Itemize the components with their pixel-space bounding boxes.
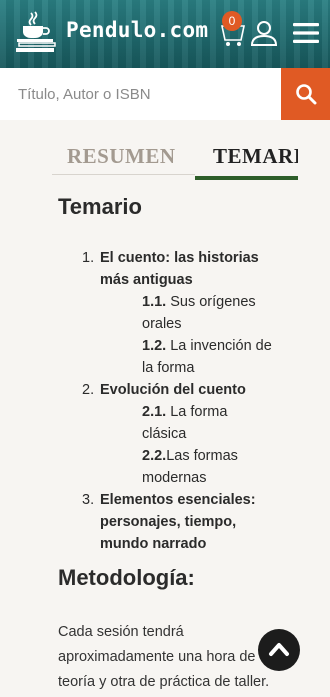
- paragraph-line: teoría y otra de práctica de taller.: [58, 674, 270, 690]
- active-tab-indicator: [195, 176, 298, 180]
- sub-item-text: la forma: [142, 360, 195, 376]
- item-title-line: más antiguas: [100, 272, 193, 288]
- sub-item-text: La forma: [166, 404, 228, 420]
- sub-list-item: 1.2. La invención de la forma: [60, 335, 286, 379]
- item-number: 2.: [82, 382, 95, 398]
- search-button[interactable]: [281, 68, 330, 120]
- item-number: 3.: [82, 492, 95, 508]
- scroll-to-top-button[interactable]: [258, 629, 300, 671]
- sub-list-item: 1.1. Sus orígenes orales: [60, 291, 286, 335]
- sub-item-text: clásica: [142, 426, 187, 442]
- methodology-text: Cada sesión tendrá aproximadamente una h…: [58, 620, 278, 695]
- syllabus-list: 1. El cuento: las historias más antiguas…: [60, 247, 286, 555]
- search-icon: [296, 84, 317, 105]
- item-title: El cuento: las historias más antiguas: [100, 247, 286, 291]
- sub-item-text: modernas: [142, 470, 207, 486]
- sub-list-item: 2.2.Las formas modernas: [60, 445, 286, 489]
- site-header: Pendulo.com 0: [0, 0, 330, 68]
- sub-item-number: 1.2.: [142, 338, 167, 354]
- menu-icon[interactable]: [293, 22, 319, 44]
- tab-summary[interactable]: RESUMEN: [67, 144, 176, 169]
- item-title-line: El cuento: las historias: [100, 250, 259, 266]
- coffee-books-icon[interactable]: [14, 10, 60, 54]
- item-title: Elementos esenciales: personajes, tiempo…: [100, 489, 286, 555]
- list-item: 2. Evolución del cuento: [60, 379, 286, 401]
- item-title-line: mundo narrado: [100, 536, 207, 552]
- paragraph-line: Cada sesión tendrá: [58, 624, 184, 640]
- sub-item-text: Las formas: [166, 448, 238, 464]
- tab-divider: [52, 174, 195, 175]
- sub-list-item: 2.1. La forma clásica: [60, 401, 286, 445]
- item-number: 1.: [82, 250, 95, 266]
- item-title-line: Evolución del cuento: [100, 382, 246, 398]
- content-tabs: RESUMEN TEMARIO: [52, 138, 298, 182]
- syllabus-heading: Temario: [58, 194, 142, 219]
- sub-item-text: orales: [142, 316, 182, 332]
- sub-item-number: 2.2.: [142, 448, 167, 464]
- paragraph-line: aproximadamente una hora de: [58, 649, 256, 665]
- cart-count-badge[interactable]: 0: [222, 11, 242, 31]
- item-title: Evolución del cuento: [100, 379, 286, 401]
- tab-syllabus[interactable]: TEMARIO: [213, 144, 298, 169]
- sub-item-number: 2.1.: [142, 404, 167, 420]
- list-item: 3. Elementos esenciales: personajes, tie…: [60, 489, 286, 555]
- methodology-heading: Metodología:: [58, 565, 195, 590]
- chevron-up-icon: [269, 643, 289, 656]
- sub-item-number: 1.1.: [142, 294, 167, 310]
- item-title-line: personajes, tiempo,: [100, 514, 237, 530]
- search-input[interactable]: [0, 68, 281, 120]
- brand-name[interactable]: Pendulo.com: [66, 18, 208, 42]
- list-item: 1. El cuento: las historias más antiguas: [60, 247, 286, 291]
- sub-item-text: Sus orígenes: [166, 294, 256, 310]
- user-icon[interactable]: [250, 19, 278, 47]
- sub-item-text: La invención de: [166, 338, 272, 354]
- item-title-line: Elementos esenciales:: [100, 492, 256, 508]
